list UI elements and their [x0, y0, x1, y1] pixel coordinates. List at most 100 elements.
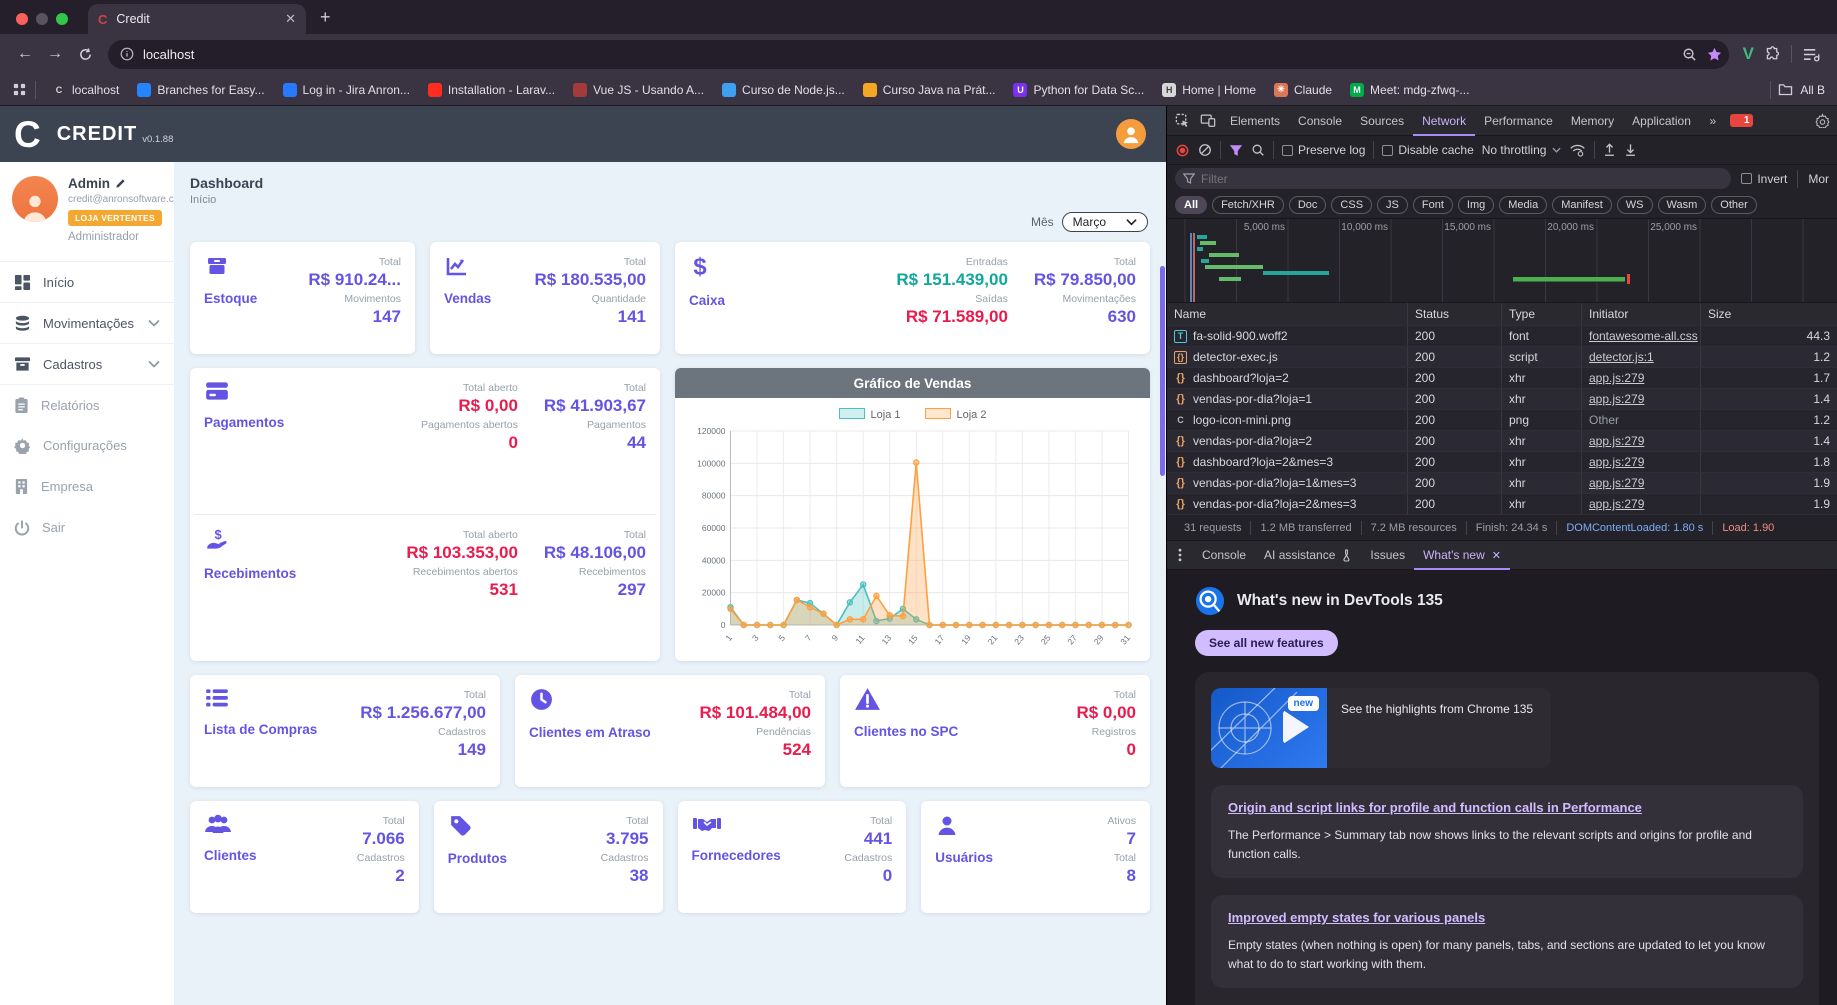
export-har-icon[interactable] — [1624, 143, 1637, 157]
request-row-dashboard-loja-2[interactable]: {} dashboard?loja=2 200 xhr app.js:279 1.7 — [1167, 368, 1837, 389]
devtools-tab-memory[interactable]: Memory — [1562, 106, 1623, 136]
devtools-tab-sources[interactable]: Sources — [1351, 106, 1413, 136]
minimize-window-button[interactable] — [36, 13, 48, 25]
request-row-dashboard-loja-2-mes-3[interactable]: {} dashboard?loja=2&mes=3 200 xhr app.js:279… — [1167, 452, 1837, 473]
feature-link[interactable]: Improved empty states for various panels — [1228, 910, 1485, 925]
search-icon[interactable] — [1251, 143, 1265, 157]
see-all-features-button[interactable]: See all new features — [1195, 630, 1338, 656]
invert-checkbox[interactable]: Invert — [1741, 172, 1787, 186]
filter-chip-media[interactable]: Media — [1499, 196, 1548, 214]
column-header-initiator[interactable]: Initiator — [1582, 303, 1701, 325]
filter-chip-ws[interactable]: WS — [1616, 196, 1653, 214]
close-icon[interactable]: ✕ — [1492, 549, 1501, 562]
bookmark-item-vue-js-usando-a[interactable]: Vue JS - Usando A... — [565, 80, 712, 100]
more-tabs-icon[interactable]: » — [1700, 108, 1726, 134]
page-scrollbar[interactable] — [1160, 266, 1165, 476]
reload-button[interactable] — [70, 39, 100, 69]
request-row-vendas-por-dia-loja-2[interactable]: {} vendas-por-dia?loja=2 200 xhr app.js:279 1… — [1167, 431, 1837, 452]
devtools-tab-application[interactable]: Application — [1623, 106, 1700, 136]
initiator-link[interactable]: fontawesome-all.css — [1589, 329, 1698, 343]
record-icon[interactable] — [1175, 143, 1190, 158]
preserve-log-checkbox[interactable]: Preserve log — [1282, 143, 1365, 157]
browser-tab[interactable]: C Credit ✕ — [88, 4, 306, 34]
devtools-tab-network[interactable]: Network — [1413, 106, 1475, 136]
bookmark-item-meet-mdg-zfwq[interactable]: M Meet: mdg-zfwq-... — [1342, 80, 1477, 100]
bookmark-item-branches-for-easy[interactable]: Branches for Easy... — [129, 80, 272, 100]
clear-icon[interactable] — [1198, 143, 1212, 157]
filter-input[interactable] — [1175, 168, 1732, 189]
filter-chip-other[interactable]: Other — [1711, 196, 1757, 214]
url-bar[interactable]: localhost — [108, 39, 1729, 69]
sidebar-item-relatorios[interactable]: Relatórios — [0, 384, 174, 425]
close-window-button[interactable] — [16, 13, 28, 25]
filter-chip-wasm[interactable]: Wasm — [1657, 196, 1707, 214]
network-conditions-icon[interactable] — [1569, 143, 1586, 157]
network-timeline-overview[interactable]: 5,000 ms 10,000 ms 15,000 ms 20,000 ms 25,00… — [1167, 219, 1837, 303]
bookmark-star-icon[interactable] — [1706, 46, 1723, 63]
initiator-link[interactable]: detector.js:1 — [1589, 350, 1654, 364]
maximize-window-button[interactable] — [56, 13, 68, 25]
bookmark-item-python-for-data-sc[interactable]: U Python for Data Sc... — [1005, 80, 1152, 100]
filter-chip-manifest[interactable]: Manifest — [1552, 196, 1612, 214]
tab-list-icon[interactable] — [1802, 46, 1821, 63]
disable-cache-checkbox[interactable]: Disable cache — [1382, 143, 1474, 157]
bookmark-item-curso-java-na-prat[interactable]: Curso Java na Prát... — [855, 80, 1004, 100]
month-select[interactable]: Março — [1061, 212, 1148, 232]
initiator-link[interactable]: app.js:279 — [1589, 392, 1644, 406]
filter-chip-js[interactable]: JS — [1377, 196, 1408, 214]
bookmark-item-log-in-jira-anron[interactable]: Log in - Jira Anron... — [275, 80, 418, 100]
bookmark-item-home-home[interactable]: H Home | Home — [1154, 80, 1264, 100]
drawer-tab-issues[interactable]: Issues — [1361, 540, 1414, 570]
request-row-fa-solid-900-woff2[interactable]: Tfa-solid-900.woff2 200 font fontawesome-al… — [1167, 326, 1837, 347]
column-header-size[interactable]: Size — [1701, 303, 1837, 325]
device-toolbar-icon[interactable] — [1195, 108, 1221, 134]
chrome-highlights-tile[interactable]: new See the highlights from Chrome 135 — [1211, 688, 1551, 768]
vue-devtools-icon[interactable]: V — [1743, 44, 1754, 64]
drawer-tab-console[interactable]: Console — [1193, 540, 1255, 570]
forward-button[interactable]: → — [40, 39, 70, 69]
devtools-tab-elements[interactable]: Elements — [1221, 106, 1289, 136]
filter-chip-css[interactable]: CSS — [1331, 196, 1373, 214]
filter-chip-img[interactable]: Img — [1457, 196, 1495, 214]
back-button[interactable]: ← — [10, 39, 40, 69]
request-row-vendas-por-dia-loja-1-mes-3[interactable]: {} vendas-por-dia?loja=1&mes=3 200 xhr app.j… — [1167, 473, 1837, 494]
import-har-icon[interactable] — [1603, 143, 1616, 157]
all-bookmarks[interactable]: All B — [1770, 80, 1825, 99]
sidebar-item-empresa[interactable]: Empresa — [0, 466, 174, 507]
zoom-icon[interactable] — [1682, 47, 1697, 62]
tab-close-icon[interactable]: ✕ — [285, 11, 296, 27]
request-row-logo-icon-mini-png[interactable]: Clogo-icon-mini.png 200 png Other 1.2 — [1167, 410, 1837, 431]
initiator-link[interactable]: app.js:279 — [1589, 476, 1644, 490]
sidebar-item-configuracoes[interactable]: Configurações — [0, 425, 174, 466]
initiator-link[interactable]: app.js:279 — [1589, 497, 1644, 511]
filter-chip-all[interactable]: All — [1175, 196, 1208, 214]
filter-chip-fetch-xhr[interactable]: Fetch/XHR — [1212, 196, 1284, 214]
column-header-status[interactable]: Status — [1408, 303, 1502, 325]
more-filters-label[interactable]: Mor — [1808, 172, 1829, 186]
filter-funnel-icon[interactable] — [1229, 144, 1243, 157]
request-row-vendas-por-dia-loja-2-mes-3[interactable]: {} vendas-por-dia?loja=2&mes=3 200 xhr app.j… — [1167, 494, 1837, 515]
bookmark-item-claude[interactable]: ✳ Claude — [1266, 80, 1340, 100]
devtools-settings-gear-icon[interactable] — [1809, 108, 1835, 134]
extensions-icon[interactable] — [1764, 45, 1781, 63]
column-header-name[interactable]: Name — [1167, 303, 1408, 325]
apps-grid-icon[interactable] — [12, 82, 27, 97]
filter-chip-font[interactable]: Font — [1412, 196, 1453, 214]
initiator-link[interactable]: app.js:279 — [1589, 455, 1644, 469]
filter-chip-doc[interactable]: Doc — [1288, 196, 1327, 214]
sidebar-item-cadastros[interactable]: Cadastros — [0, 343, 174, 384]
devtools-tab-performance[interactable]: Performance — [1475, 106, 1562, 136]
header-avatar[interactable] — [1116, 119, 1146, 149]
initiator-link[interactable]: app.js:279 — [1589, 371, 1644, 385]
sidebar-item-inicio[interactable]: Início — [0, 261, 174, 302]
column-header-type[interactable]: Type — [1502, 303, 1582, 325]
edit-pencil-icon[interactable] — [115, 178, 126, 189]
throttling-dropdown[interactable]: No throttling — [1482, 143, 1562, 157]
inspect-element-icon[interactable] — [1169, 108, 1195, 134]
bookmark-item-localhost[interactable]: Clocalhost — [44, 80, 127, 100]
sidebar-item-movimentacoes[interactable]: Movimentações — [0, 302, 174, 343]
initiator-link[interactable]: app.js:279 — [1589, 434, 1644, 448]
devtools-tab-console[interactable]: Console — [1289, 106, 1351, 136]
bookmark-item-curso-de-node-js[interactable]: Curso de Node.js... — [714, 80, 853, 100]
sidebar-item-sair[interactable]: Sair — [0, 507, 174, 548]
